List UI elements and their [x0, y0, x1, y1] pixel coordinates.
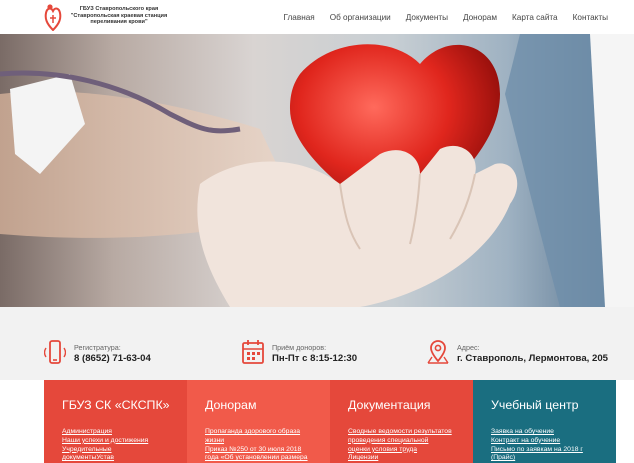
- site-header: ГБУЗ Ставропольского края "Ставропольска…: [0, 0, 634, 34]
- panel-title[interactable]: Учебный центр: [491, 398, 616, 412]
- panel-link[interactable]: жизни: [205, 437, 330, 446]
- section-panels: ГБУЗ СК «СКСПК» Администрация Наши успех…: [44, 380, 616, 463]
- nav-item-about[interactable]: Об организации: [330, 13, 391, 22]
- info-label: Адрес:: [457, 343, 480, 352]
- nav-item-home[interactable]: Главная: [284, 13, 315, 22]
- panel-documentation: Документация Сводные ведомости результат…: [330, 380, 473, 463]
- panel-link[interactable]: (Прайс): [491, 454, 616, 463]
- phone-number[interactable]: 8 (8652) 71-63-04: [74, 353, 151, 364]
- nav-item-sitemap[interactable]: Карта сайта: [512, 13, 558, 22]
- panel-title[interactable]: Донорам: [205, 398, 330, 412]
- panel-donors: Донорам Пропаганда здорового образа жизн…: [187, 380, 330, 463]
- phone-icon: [44, 340, 66, 364]
- hero-illustration: [0, 34, 634, 307]
- panel-link[interactable]: Учредительные: [62, 446, 187, 455]
- nav-item-donors[interactable]: Донорам: [463, 13, 497, 22]
- nav-item-contacts[interactable]: Контакты: [573, 13, 608, 22]
- info-label: Регистратура:: [74, 343, 121, 352]
- panel-link[interactable]: Администрация: [62, 428, 187, 437]
- panel-training-center: Учебный центр Заявка на обучение Контрак…: [473, 380, 616, 463]
- hero-image: [0, 34, 634, 307]
- map-pin-icon: [427, 340, 449, 364]
- panel-link[interactable]: года «Об установлении размера: [205, 454, 330, 463]
- info-label: Приём доноров:: [272, 343, 327, 352]
- panel-organization: ГБУЗ СК «СКСПК» Администрация Наши успех…: [44, 380, 187, 463]
- contact-info-strip: Регистратура: 8 (8652) 71-63-04 Приём до…: [0, 307, 634, 380]
- panel-title[interactable]: Документация: [348, 398, 473, 412]
- nav-item-documents[interactable]: Документы: [406, 13, 448, 22]
- panel-link[interactable]: оценки условия труда: [348, 446, 473, 455]
- panel-link[interactable]: Пропаганда здорового образа: [205, 428, 330, 437]
- panel-link[interactable]: Наши успехи и достижения: [62, 437, 187, 446]
- main-nav: Главная Об организации Документы Донорам…: [269, 0, 608, 34]
- logo-icon[interactable]: [44, 3, 62, 31]
- logo-line: переливания крови": [90, 19, 148, 26]
- panel-link[interactable]: Сводные ведомости результатов: [348, 428, 473, 437]
- panel-title[interactable]: ГБУЗ СК «СКСПК»: [62, 398, 187, 412]
- donor-hours-value: Пн-Пт с 8:15-12:30: [272, 353, 358, 364]
- logo-line: ГБУЗ Ставропольского края: [79, 6, 159, 12]
- panel-link[interactable]: Заявка на обучение: [491, 428, 616, 437]
- panel-link[interactable]: проведения специальной: [348, 437, 473, 446]
- panel-link[interactable]: Лицензии: [348, 454, 473, 463]
- panel-link[interactable]: документыУстав: [62, 454, 187, 463]
- address-value: г. Ставрополь, Лермонтова, 205: [457, 353, 608, 364]
- calendar-icon: [242, 340, 264, 364]
- logo-line: "Ставропольская краевая станция: [70, 12, 168, 19]
- logo-text[interactable]: ГБУЗ Ставропольского края "Ставропольска…: [64, 6, 174, 26]
- panel-link[interactable]: Контракт на обучение: [491, 437, 616, 446]
